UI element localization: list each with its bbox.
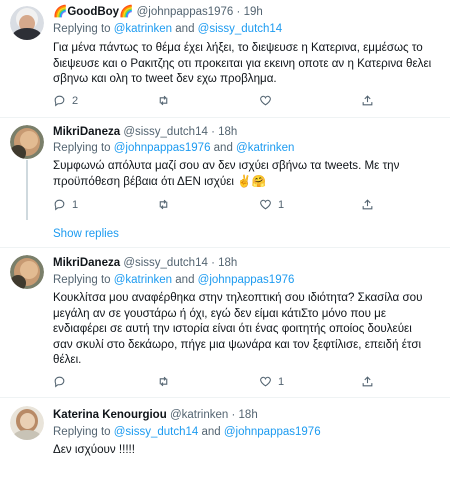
user-handle[interactable]: @sissy_dutch14 [123,126,208,138]
user-handle[interactable]: @johnpappas1976 [137,6,234,18]
replying-prefix: Replying to [53,426,114,438]
mention-link[interactable]: @katrinken [114,274,172,286]
retweet-button[interactable] [157,375,176,388]
replying-prefix: Replying to [53,142,114,154]
timestamp[interactable]: 18h [239,409,258,421]
display-name[interactable]: MikriDaneza [53,126,120,138]
tweet-text: Για μένα πάντως το θέμα έχει λήξει, το δ… [53,41,432,85]
like-button[interactable]: 1 [259,375,284,388]
tweet-actions: 1 1 [53,198,433,212]
replying-prefix: Replying to [53,23,114,35]
share-button[interactable] [361,94,374,107]
tweet-actions: 2 [53,94,433,108]
tweet-text: Δεν ισχύουν !!!!! [53,443,135,456]
separator-dot: · [211,257,215,269]
share-button[interactable] [361,198,374,211]
reply-icon [54,95,65,107]
tweet-text: Κουκλίτσα μου αναφέρθηκα στην τηλεοπτική… [53,291,423,366]
share-icon [362,376,373,387]
share-icon [362,199,373,210]
user-handle[interactable]: @sissy_dutch14 [123,257,208,269]
timestamp[interactable]: 18h [218,126,237,138]
show-replies-link[interactable]: Show replies [53,228,119,240]
replying-and: and [210,142,237,154]
display-name[interactable]: Katerina Kenourgiou [53,409,167,421]
like-button[interactable]: 1 [259,198,284,211]
heart-icon [260,376,271,387]
retweet-icon [159,95,168,106]
reply-button[interactable] [53,375,72,388]
divider [0,117,450,118]
heart-icon [260,95,271,106]
like-button[interactable] [259,94,278,107]
timestamp[interactable]: 19h [244,6,263,18]
divider [0,397,450,398]
replying-to: Replying to @johnpappas1976 and @katrink… [53,141,294,155]
replying-and: and [172,274,198,286]
reply-count: 1 [72,198,79,211]
tweet-1[interactable]: 🌈GoodBoy🌈 @johnpappas1976 · 19h Replying… [0,0,450,120]
reply-count: 2 [72,94,79,107]
reply-button[interactable]: 1 [53,198,78,211]
reply-icon [54,199,65,211]
reply-button[interactable]: 2 [53,94,78,107]
like-count: 1 [278,198,285,211]
separator-dot: · [231,409,236,421]
retweet-button[interactable] [157,94,176,107]
heart-icon [260,199,271,210]
retweet-icon [159,376,168,387]
mention-link[interactable]: @sissy_dutch14 [198,23,283,35]
tweet-header: MikriDaneza @sissy_dutch14 · 18h [53,256,237,270]
tweet-4[interactable]: Katerina Kenourgiou @katrinken · 18h Rep… [0,400,450,487]
tweet-header: 🌈GoodBoy🌈 @johnpappas1976 · 19h [53,5,263,19]
retweet-icon [159,199,168,210]
mention-link[interactable]: @johnpappas1976 [198,274,295,286]
replying-and: and [198,426,224,438]
divider [0,247,450,248]
avatar[interactable] [10,406,44,440]
mention-link[interactable]: @katrinken [236,142,294,154]
avatar[interactable] [10,255,44,289]
tweet-header: Katerina Kenourgiou @katrinken · 18h [53,408,258,422]
share-icon [362,95,373,106]
timestamp[interactable]: 18h [218,257,237,269]
share-button[interactable] [361,375,374,388]
tweet-3[interactable]: MikriDaneza @sissy_dutch14 · 18h Replyin… [0,250,450,390]
avatar[interactable] [10,125,44,159]
replying-and: and [172,23,198,35]
display-name[interactable]: 🌈GoodBoy🌈 [53,6,133,18]
replying-to: Replying to @katrinken and @johnpappas19… [53,273,294,287]
separator-dot: · [236,6,241,18]
mention-link[interactable]: @johnpappas1976 [114,142,211,154]
replying-to: Replying to @katrinken and @sissy_dutch1… [53,22,282,36]
user-handle[interactable]: @katrinken [170,409,228,421]
tweet-text: Συμφωνώ απόλυτα μαζί σου αν δεν ισχύει σ… [53,159,400,188]
mention-link[interactable]: @johnpappas1976 [224,426,321,438]
separator-dot: · [211,126,215,138]
reply-icon [54,376,65,388]
display-name[interactable]: MikriDaneza [53,257,120,269]
mention-link[interactable]: @sissy_dutch14 [114,426,199,438]
like-count: 1 [278,375,285,388]
retweet-button[interactable] [157,198,176,211]
mention-link[interactable]: @katrinken [114,23,172,35]
tweet-actions: 1 [53,375,433,389]
replying-to: Replying to @sissy_dutch14 and @johnpapp… [53,425,321,439]
tweet-header: MikriDaneza @sissy_dutch14 · 18h [53,125,237,139]
avatar[interactable] [10,6,44,40]
replying-prefix: Replying to [53,274,114,286]
tweet-2[interactable]: MikriDaneza @sissy_dutch14 · 18h Replyin… [0,120,450,240]
